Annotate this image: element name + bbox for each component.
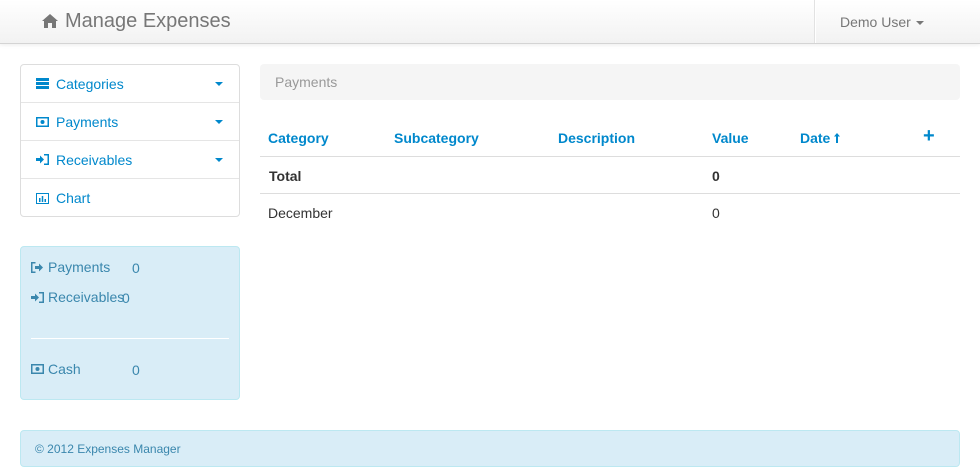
summary-payments-value: 0 [132, 260, 140, 276]
brand-link[interactable]: Manage Expenses [41, 9, 231, 33]
column-header-subcategory[interactable]: Subcategory [394, 130, 479, 146]
table-header: Category Subcategory Description Value D… [260, 119, 960, 157]
caret-down-icon [215, 120, 223, 124]
table-cell-category: December [268, 205, 333, 221]
bar-chart-icon [35, 192, 49, 204]
sidebar-item-label: Payments [56, 113, 119, 130]
summary-payments-label: Payments [48, 259, 111, 275]
column-header-date-label: Date [800, 130, 831, 146]
caret-down-icon [215, 82, 223, 86]
top-navbar: Manage Expenses Demo User [0, 0, 980, 44]
caret-down-icon [215, 158, 223, 162]
sidebar-item-receivables[interactable]: Receivables [21, 141, 239, 179]
breadcrumb-label: Payments [275, 74, 338, 90]
sidebar-nav: Categories Payments Receivables Chart [20, 64, 240, 217]
summary-receivables-value: 0 [122, 290, 130, 306]
sidebar-item-chart[interactable]: Chart [21, 179, 239, 217]
user-menu[interactable]: Demo User [840, 13, 924, 31]
sidebar-item-categories[interactable]: Categories [21, 65, 239, 103]
column-header-category[interactable]: Category [268, 130, 329, 146]
sign-out-icon [31, 261, 45, 273]
add-payment-button[interactable]: + [923, 126, 935, 146]
list-icon [35, 78, 49, 90]
summary-receivables: Receivables [31, 288, 124, 306]
column-header-value[interactable]: Value [712, 130, 749, 146]
sidebar-item-label: Categories [56, 75, 124, 92]
sidebar-item-label: Receivables [56, 151, 133, 168]
divider [31, 338, 229, 339]
brand-title: Manage Expenses [65, 9, 231, 32]
summary-cash: Cash [31, 360, 81, 378]
summary-cash-label: Cash [48, 361, 81, 377]
summary-payments: Payments [31, 258, 110, 276]
nav-divider [814, 0, 815, 43]
breadcrumb: Payments [260, 64, 960, 100]
table-row: December 0 [260, 194, 960, 231]
table-row: Total 0 [260, 157, 960, 194]
summary-panel: Payments 0 Receivables 0 Cash 0 [20, 246, 240, 400]
column-header-date[interactable]: Date [800, 130, 841, 146]
table-cell-value: 0 [712, 205, 720, 221]
column-header-description[interactable]: Description [558, 130, 635, 146]
sort-ascending-icon [834, 133, 841, 143]
sidebar-item-label: Chart [56, 190, 91, 206]
table-cell-category: Total [269, 168, 302, 184]
money-icon [31, 363, 45, 375]
footer-text: © 2012 Expenses Manager [35, 441, 181, 456]
sign-in-icon [31, 291, 45, 303]
money-icon [35, 116, 49, 128]
footer: © 2012 Expenses Manager [20, 430, 960, 467]
summary-cash-value: 0 [132, 362, 140, 378]
home-icon [42, 14, 58, 28]
payments-table: Category Subcategory Description Value D… [260, 119, 960, 231]
caret-down-icon [915, 20, 924, 25]
sidebar-item-payments[interactable]: Payments [21, 103, 239, 141]
user-name: Demo User [840, 14, 911, 30]
table-cell-value: 0 [712, 168, 720, 184]
sign-in-icon [35, 154, 49, 166]
summary-receivables-label: Receivables [48, 289, 125, 305]
